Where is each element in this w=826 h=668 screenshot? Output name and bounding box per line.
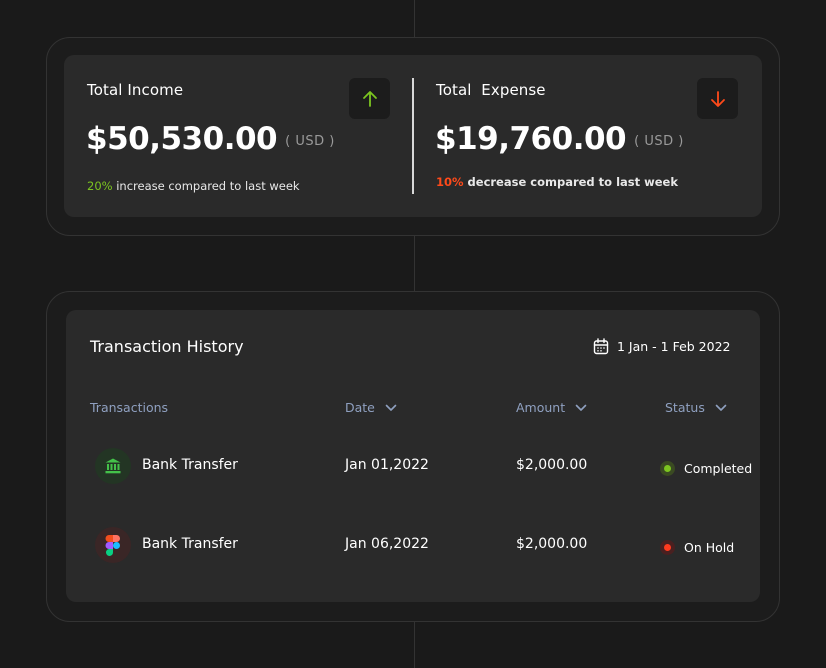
figma-icon [105,535,120,556]
transaction-icon [95,448,131,484]
expense-title: Total Expense [436,81,546,99]
summary-divider [412,78,414,194]
transaction-name: Bank Transfer [142,457,238,473]
summary-card-frame: Total Income $50,530.00 ( USD ) 20% incre… [46,37,780,236]
column-amount-label: Amount [516,400,566,415]
transactions-card-frame: Transaction History 1 Jan - 1 Feb 2022 T… [46,291,780,622]
column-status[interactable]: Status [665,400,727,415]
calendar-icon [593,338,609,355]
transaction-amount: $2,000.00 [516,457,588,473]
arrow-up-icon [362,90,377,107]
column-transactions-label: Transactions [90,400,169,415]
column-date[interactable]: Date [345,400,397,415]
arrow-down-icon [710,90,725,107]
status-badge: On Hold [660,540,734,555]
expense-note-text: decrease compared to last week [463,175,678,189]
date-range-label: 1 Jan - 1 Feb 2022 [617,339,731,354]
income-amount-row: $50,530.00 ( USD ) [86,121,335,157]
transaction-date: Jan 06,2022 [345,536,429,552]
connector-line-top [414,0,415,38]
expense-pct: 10% [436,175,464,189]
expense-amount-row: $19,760.00 ( USD ) [435,121,684,157]
status-dot [660,540,675,555]
status-badge: Completed [660,461,752,476]
income-amount: $50,530.00 [86,121,278,157]
transaction-name: Bank Transfer [142,536,238,552]
transaction-icon [95,527,131,563]
date-range-picker[interactable]: 1 Jan - 1 Feb 2022 [593,338,731,355]
table-row[interactable]: Bank Transfer Jan 06,2022 $2,000.00 On H… [66,516,760,576]
expense-stat: Total Expense [436,81,546,99]
income-note-text: increase compared to last week [112,179,300,193]
status-label: Completed [684,461,753,476]
chevron-down-icon [385,404,397,411]
expense-amount: $19,760.00 [435,121,627,157]
income-pct: 20% [87,179,113,193]
income-unit: ( USD ) [285,134,335,149]
chevron-down-icon [575,404,587,411]
summary-card: Total Income $50,530.00 ( USD ) 20% incre… [64,55,762,217]
column-transactions: Transactions [90,400,168,415]
transaction-date: Jan 01,2022 [345,457,429,473]
connector-line-middle [414,236,415,291]
expense-trend-button[interactable] [697,78,738,119]
income-note: 20% increase compared to last week [87,179,300,193]
transaction-amount: $2,000.00 [516,536,588,552]
expense-note: 10% decrease compared to last week [436,175,678,189]
status-label: On Hold [684,540,735,555]
expense-unit: ( USD ) [634,134,684,149]
transactions-card: Transaction History 1 Jan - 1 Feb 2022 T… [66,310,760,602]
income-stat: Total Income [87,81,183,99]
connector-line-bottom [414,622,415,668]
column-amount[interactable]: Amount [516,400,587,415]
status-dot [660,461,675,476]
transactions-title: Transaction History [90,337,244,356]
column-status-label: Status [665,400,705,415]
income-title: Total Income [87,81,184,99]
table-row[interactable]: Bank Transfer Jan 01,2022 $2,000.00 Comp… [66,437,760,497]
column-date-label: Date [345,400,375,415]
chevron-down-icon [715,404,727,411]
bank-icon [105,458,121,474]
income-trend-button[interactable] [349,78,390,119]
